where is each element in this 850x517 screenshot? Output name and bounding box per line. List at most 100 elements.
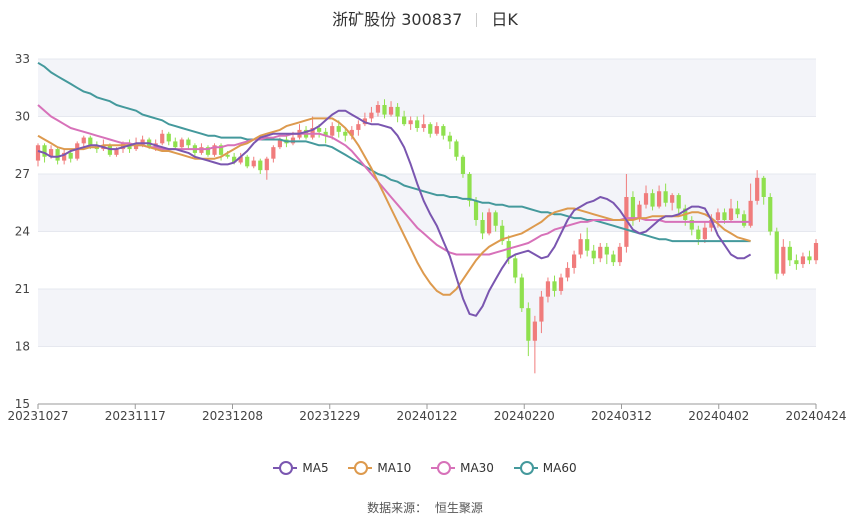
y-tick-label: 24 [15,225,30,239]
candle-body [768,197,773,232]
candle-body [375,105,381,113]
candle-body [166,133,171,142]
x-tick-label: 20240312 [591,409,652,423]
candle-body [558,277,564,291]
candle-body [480,220,485,234]
candle-body [88,137,93,146]
candle-body [722,212,727,220]
candle-body [545,281,551,297]
candle-body [715,212,721,220]
candle-body [454,141,459,157]
y-tick-label: 30 [15,110,30,124]
candle-body [656,191,662,207]
candle-body [447,135,452,142]
candle-body [402,116,407,125]
candle-body [336,126,341,132]
candle-body [225,154,230,157]
candle-body [637,204,642,219]
candle-body [317,128,322,132]
candle-body [487,212,492,234]
chart-legend: MA5 MA10 MA30 MA60 [0,458,850,475]
legend-item-ma10[interactable]: MA10 [348,461,411,475]
legend-label-ma30: MA30 [460,461,494,475]
x-tick-label: 20240402 [688,409,749,423]
candle-body [696,229,701,240]
candle-body [741,214,747,226]
candle-body [55,149,60,161]
legend-marker-ma5 [273,461,298,475]
x-tick-label: 20231027 [7,409,68,423]
x-tick-label: 20231229 [299,409,360,423]
candle-body [807,256,812,261]
data-source: 数据来源： 恒生聚源 [0,499,850,516]
legend-label-ma5: MA5 [302,461,329,475]
candle-body [794,260,799,265]
candle-body [676,195,681,209]
legend-item-ma5[interactable]: MA5 [273,461,329,475]
candle-body [513,258,518,278]
y-tick-label: 33 [15,52,30,66]
candle-body [395,106,400,117]
grid-band [38,59,816,117]
x-tick-label: 20240122 [396,409,457,423]
legend-item-ma30[interactable]: MA30 [431,461,494,475]
source-name: 恒生聚源 [434,501,483,515]
legend-label-ma10: MA10 [377,461,412,475]
candle-body [264,158,269,171]
candle-body [781,246,786,274]
candle-body [434,126,439,134]
candle-body [650,193,655,207]
candle-body [617,246,622,263]
legend-marker-ma10 [348,461,373,475]
candle-body [81,137,86,144]
candle-body [800,256,806,265]
legend-item-ma60[interactable]: MA60 [513,461,577,475]
candle-body [735,208,740,215]
candle-body [160,133,165,144]
candle-body [598,246,603,259]
candle-body [473,200,479,220]
candle-body [408,120,413,125]
candle-body [75,143,80,159]
x-tick-label: 20231208 [202,409,263,423]
x-tick-label: 20240220 [494,409,555,423]
candle-body [643,193,649,205]
candle-body [493,212,498,226]
candle-body [539,296,544,322]
candle-body [330,126,335,136]
y-tick-label: 18 [15,340,30,354]
candle-body [35,145,41,161]
x-tick-label: 20231117 [105,409,166,423]
candle-body [552,281,557,291]
candle-body [68,152,73,159]
candle-body [630,197,636,219]
candle-body [441,126,446,136]
candle-body [585,239,590,251]
candle-body [532,321,537,341]
candle-body [421,124,426,128]
legend-label-ma60: MA60 [542,461,577,475]
candle-body [526,308,531,341]
candle-body [369,112,374,119]
candle-body [591,250,596,259]
y-tick-label: 27 [15,167,30,181]
candle-body [173,141,178,148]
legend-marker-ma60 [513,461,538,475]
candle-body [604,246,609,255]
candle-body [388,106,394,115]
candle-body [428,124,433,134]
candle-body [343,131,348,136]
candle-body [42,145,47,157]
candle-body [774,231,779,274]
x-tick-label: 20240424 [785,409,846,423]
candle-body [251,160,256,167]
y-tick-label: 21 [15,282,30,296]
candle-body [728,208,734,220]
candle-body [702,227,707,240]
candle-body [460,156,466,174]
candle-body [186,139,191,146]
grid-band [38,289,816,347]
candle-body [572,254,577,268]
candle-body [382,105,387,115]
candle-body [258,160,263,171]
